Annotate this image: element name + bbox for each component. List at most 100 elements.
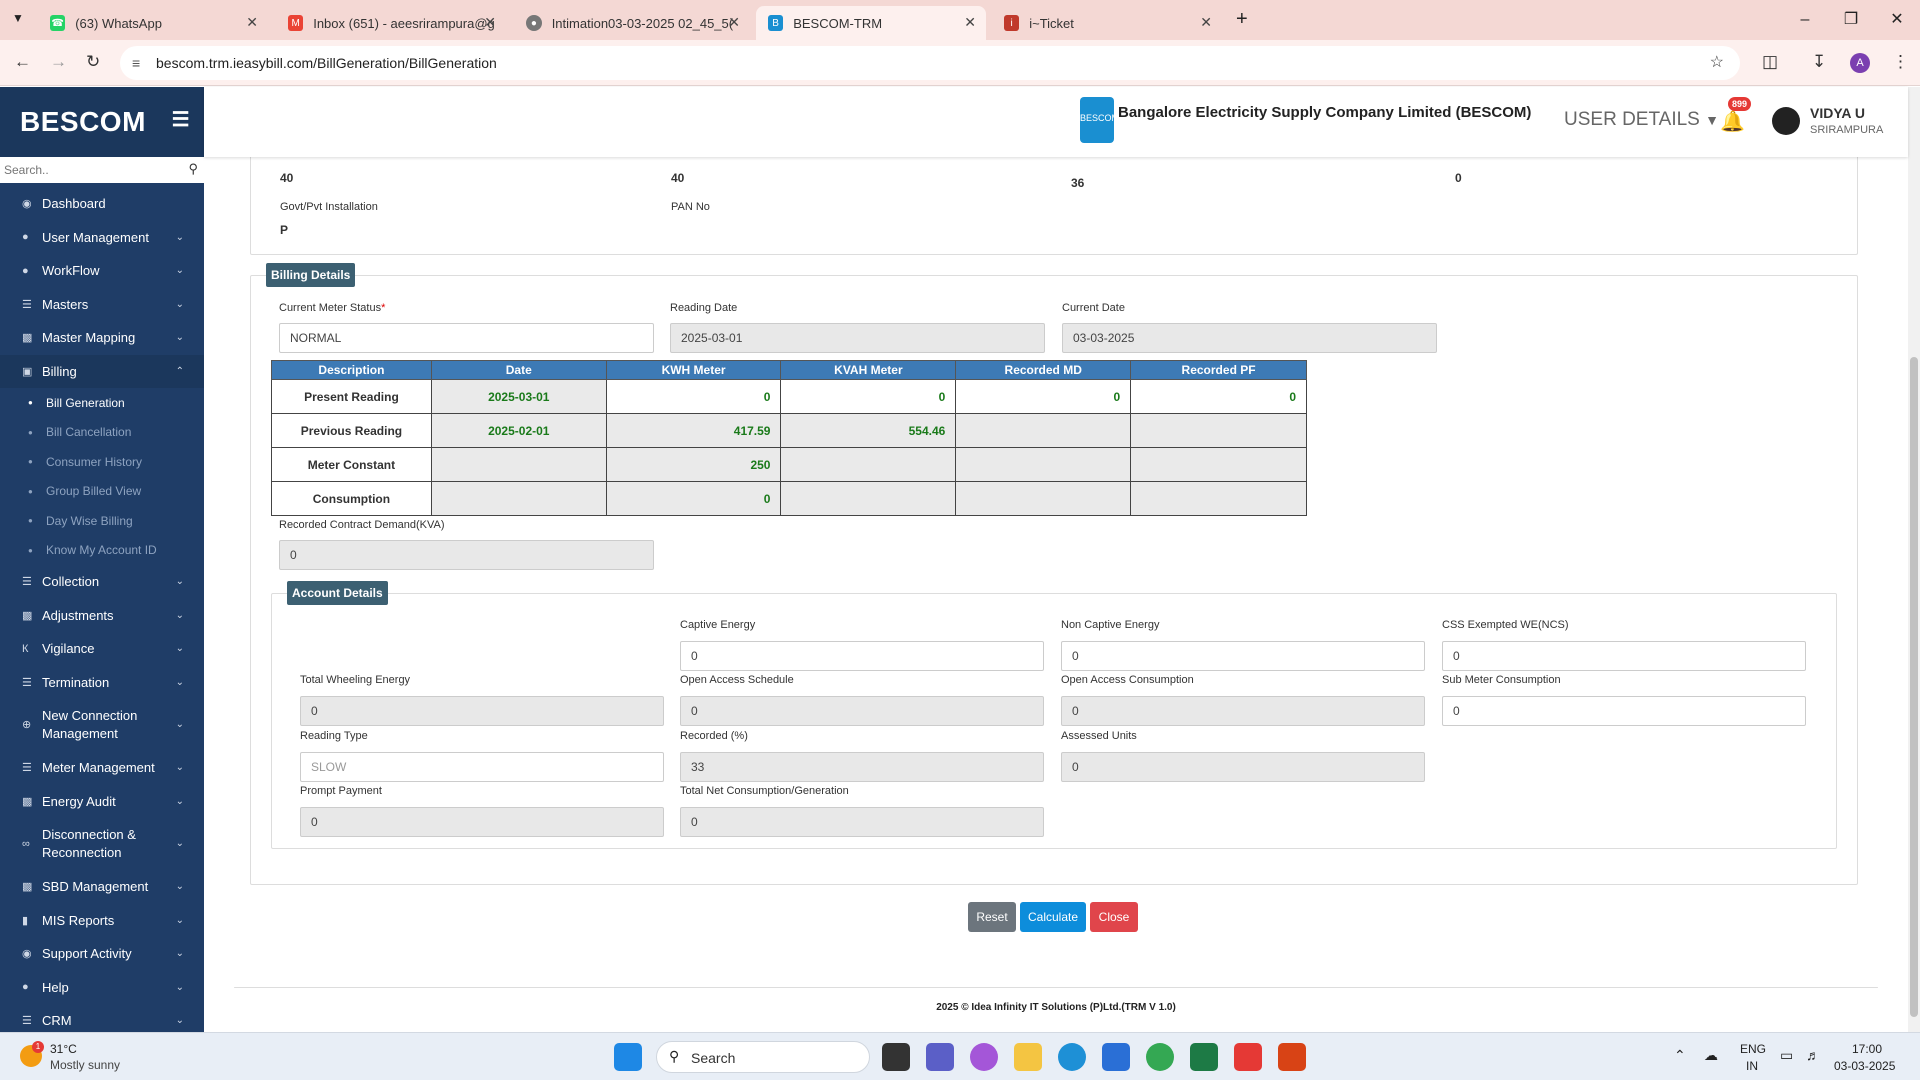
url-field[interactable]: ≡ bescom.trm.ieasybill.com/BillGeneratio…: [120, 46, 1740, 80]
new-tab-plus-icon[interactable]: +: [1236, 8, 1248, 31]
sidebar-item-workflow[interactable]: ● WorkFlow ⌄: [0, 254, 204, 288]
tab-list-chevron-icon[interactable]: ▼: [12, 11, 24, 25]
sidebar-item-help[interactable]: ● Help ⌄: [0, 971, 204, 1005]
prompt-payment-field[interactable]: 0: [300, 807, 664, 837]
notification-bell-icon[interactable]: 🔔: [1720, 109, 1745, 134]
more-menu-icon[interactable]: ⋮: [1892, 52, 1909, 72]
sidebar-item-collection[interactable]: ☰ Collection ⌄: [0, 565, 204, 599]
sidebar-item-billing[interactable]: ▣ Billing ⌃: [0, 354, 204, 388]
user-details-dropdown[interactable]: USER DETAILS ▼: [1564, 109, 1719, 131]
excel-icon[interactable]: [1190, 1043, 1218, 1071]
task-view-icon[interactable]: [882, 1043, 910, 1071]
sidebar-item-vigilance[interactable]: К Vigilance ⌄: [0, 632, 204, 666]
present-pf-input[interactable]: 0: [1130, 379, 1307, 414]
present-kvah-input[interactable]: 0: [780, 379, 957, 414]
sidebar-item-label: Termination: [42, 674, 110, 690]
bookmark-star-icon[interactable]: ☆: [1710, 46, 1724, 80]
close-tab-icon[interactable]: ✕: [1200, 14, 1212, 31]
tab-iticket[interactable]: i i~Ticket ✕: [992, 6, 1222, 40]
oa-schedule-field[interactable]: 0: [680, 696, 1044, 726]
current-date-field[interactable]: 03-03-2025: [1062, 323, 1437, 353]
hamburger-menu-icon[interactable]: ☰: [172, 107, 190, 132]
sidebar-subitem-day-wise-billing[interactable]: ● Day Wise Billing: [0, 506, 204, 536]
minimize-icon[interactable]: –: [1782, 0, 1828, 40]
sidebar-item-energy-audit[interactable]: ▩ Energy Audit ⌄: [0, 785, 204, 819]
sidebar-subitem-know-my-account-id[interactable]: ● Know My Account ID: [0, 536, 204, 566]
tab-intimation[interactable]: ● Intimation03-03-2025 02_45_5( ✕: [514, 6, 750, 40]
sidebar-item-sbd-management[interactable]: ▩ SBD Management ⌄: [0, 870, 204, 904]
sidebar-item-support-activity[interactable]: ◉ Support Activity ⌄: [0, 937, 204, 971]
scrollbar-thumb[interactable]: [1910, 357, 1918, 1017]
sidebar-search-input[interactable]: [0, 157, 204, 183]
recorded-pct-field[interactable]: 33: [680, 752, 1044, 782]
sub-meter-input[interactable]: 0: [1442, 696, 1806, 726]
extensions-icon[interactable]: ◫: [1762, 52, 1778, 72]
user-avatar-icon[interactable]: [1772, 107, 1800, 135]
total-net-consumption-field[interactable]: 0: [680, 807, 1044, 837]
tab-gmail[interactable]: M Inbox (651) - aeesrirampura@g ✕: [276, 6, 506, 40]
sidebar-item-masters[interactable]: ☰ Masters ⌄: [0, 288, 204, 322]
present-kwh-input[interactable]: 0: [605, 379, 782, 414]
captive-energy-input[interactable]: 0: [680, 641, 1044, 671]
restore-icon[interactable]: ❐: [1828, 0, 1874, 40]
sidebar-item-user-management[interactable]: ● User Management ⌄: [0, 221, 204, 255]
assessed-units-field[interactable]: 0: [1061, 752, 1425, 782]
close-tab-icon[interactable]: ✕: [246, 14, 258, 31]
file-explorer-icon[interactable]: [1014, 1043, 1042, 1071]
close-tab-icon[interactable]: ✕: [728, 14, 740, 31]
tray-chevron-up-icon[interactable]: ⌃: [1674, 1047, 1686, 1064]
close-tab-icon[interactable]: ✕: [484, 14, 496, 31]
page-scrollbar[interactable]: [1908, 87, 1920, 1032]
search-icon[interactable]: ⚲: [188, 161, 198, 177]
network-icon[interactable]: ☁: [1704, 1047, 1718, 1064]
sidebar-item-termination[interactable]: ☰ Termination ⌄: [0, 666, 204, 700]
chrome-icon[interactable]: [1146, 1043, 1174, 1071]
total-wheeling-field[interactable]: 0: [300, 696, 664, 726]
clock-time[interactable]: 17:00: [1852, 1042, 1882, 1056]
calculate-button[interactable]: Calculate: [1020, 902, 1086, 932]
sidebar-item-adjustments[interactable]: ▩ Adjustments ⌄: [0, 599, 204, 633]
close-window-icon[interactable]: ✕: [1874, 0, 1920, 40]
reading-type-select[interactable]: SLOW: [300, 752, 664, 782]
sidebar-item-disconnection-reconnection[interactable]: ∞ Disconnection & Reconnection ⌄: [0, 818, 204, 870]
profile-avatar[interactable]: A: [1850, 53, 1870, 73]
windows-start-icon[interactable]: [614, 1043, 642, 1071]
sidebar-item-meter-management[interactable]: ☰ Meter Management ⌄: [0, 751, 204, 785]
display-icon[interactable]: ▭: [1780, 1047, 1793, 1064]
sidebar-item-mis-reports[interactable]: ▮ MIS Reports ⌄: [0, 904, 204, 938]
copilot-icon[interactable]: [970, 1043, 998, 1071]
present-md-input[interactable]: 0: [955, 379, 1132, 414]
recorded-contract-demand-field[interactable]: 0: [279, 540, 654, 570]
tab-bescom-trm[interactable]: B BESCOM-TRM ✕: [756, 6, 986, 40]
non-captive-energy-input[interactable]: 0: [1061, 641, 1425, 671]
sidebar-subitem-group-billed-view[interactable]: ● Group Billed View: [0, 477, 204, 507]
reading-date-field[interactable]: 2025-03-01: [670, 323, 1045, 353]
sidebar-subitem-bill-cancellation[interactable]: ● Bill Cancellation: [0, 418, 204, 448]
snipping-tool-icon[interactable]: [1278, 1043, 1306, 1071]
sidebar-item-dashboard[interactable]: ◉ Dashboard: [0, 187, 204, 221]
forward-arrow-icon[interactable]: →: [50, 52, 67, 72]
site-info-icon[interactable]: ≡: [132, 46, 140, 80]
edge-icon[interactable]: [1058, 1043, 1086, 1071]
store-icon[interactable]: [1102, 1043, 1130, 1071]
close-button[interactable]: Close: [1090, 902, 1138, 932]
tab-whatsapp[interactable]: ☎ (63) WhatsApp ✕: [38, 6, 268, 40]
oa-consumption-field[interactable]: 0: [1061, 696, 1425, 726]
sidebar-subitem-consumer-history[interactable]: ● Consumer History: [0, 447, 204, 477]
css-exempted-input[interactable]: 0: [1442, 641, 1806, 671]
reset-button[interactable]: Reset: [968, 902, 1016, 932]
sidebar-subitem-bill-generation[interactable]: ● Bill Generation: [0, 388, 204, 418]
download-icon[interactable]: ↧: [1812, 52, 1826, 72]
close-tab-icon[interactable]: ✕: [964, 14, 976, 31]
anydesk-icon[interactable]: [1234, 1043, 1262, 1071]
speaker-icon[interactable]: ♬: [1806, 1047, 1820, 1063]
back-arrow-icon[interactable]: ←: [14, 52, 31, 72]
plus-circle-icon: ⊕: [22, 719, 32, 731]
meter-status-select[interactable]: NORMAL: [279, 323, 654, 353]
reload-icon[interactable]: ↻: [86, 52, 100, 72]
taskbar-search[interactable]: ⚲ Search: [656, 1041, 870, 1073]
sidebar-item-new-connection-management[interactable]: ⊕ New Connection Management ⌄: [0, 699, 204, 751]
sidebar-item-master-mapping[interactable]: ▩ Master Mapping ⌄: [0, 321, 204, 355]
language-indicator[interactable]: ENG: [1740, 1042, 1766, 1056]
teams-icon[interactable]: [926, 1043, 954, 1071]
